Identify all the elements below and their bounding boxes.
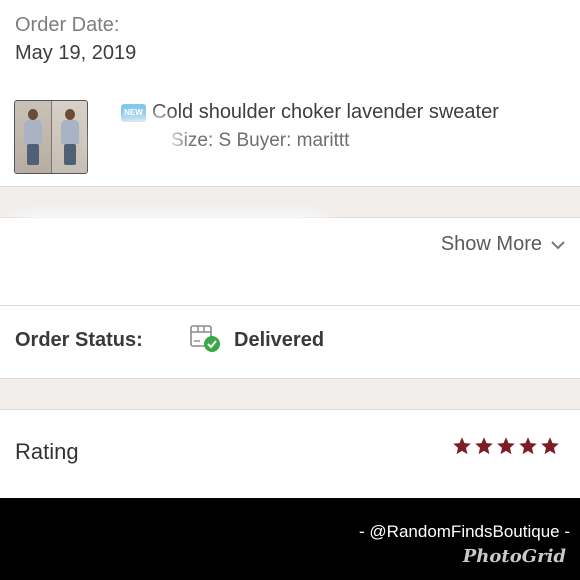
footer-handle: - @RandomFindsBoutique - xyxy=(359,522,570,541)
divider xyxy=(0,305,580,306)
star-icon xyxy=(497,437,515,455)
rating-stars xyxy=(452,436,560,456)
chevron-down-icon xyxy=(551,240,565,249)
item-title[interactable]: Cold shoulder choker lavender sweater xyxy=(152,101,499,124)
star-icon xyxy=(453,437,471,455)
redacted-area xyxy=(175,30,475,64)
new-badge-icon: NEW xyxy=(121,104,146,122)
order-date-value: May 19, 2019 xyxy=(15,42,137,64)
order-status-label: Order Status: xyxy=(15,329,143,351)
order-summary-section: Order Date: May 19, 2019 NEW Cold should… xyxy=(0,0,580,186)
show-more-label: Show More xyxy=(440,233,542,255)
show-more-button[interactable]: Show More xyxy=(441,233,566,256)
delivered-box-check-icon xyxy=(190,325,220,352)
item-thumbnail[interactable] xyxy=(14,100,88,174)
thumbnail-front-view xyxy=(15,101,52,173)
star-icon xyxy=(541,437,559,455)
section-divider xyxy=(0,186,580,218)
star-icon xyxy=(475,437,493,455)
order-status-value: Delivered xyxy=(234,329,325,351)
order-date-label: Order Date: xyxy=(15,14,120,36)
thumbnail-back-view xyxy=(51,101,87,173)
section-divider xyxy=(0,378,580,410)
item-meta: Size: S Buyer: marittt xyxy=(171,130,350,151)
rating-label: Rating xyxy=(15,439,79,464)
redacted-area xyxy=(10,230,330,280)
footer-app-logo: PhotoGrid xyxy=(462,546,566,567)
redacted-area xyxy=(110,128,165,158)
watermark-footer: - @RandomFindsBoutique - PhotoGrid xyxy=(0,498,580,580)
details-section xyxy=(0,218,580,305)
star-icon xyxy=(519,437,537,455)
